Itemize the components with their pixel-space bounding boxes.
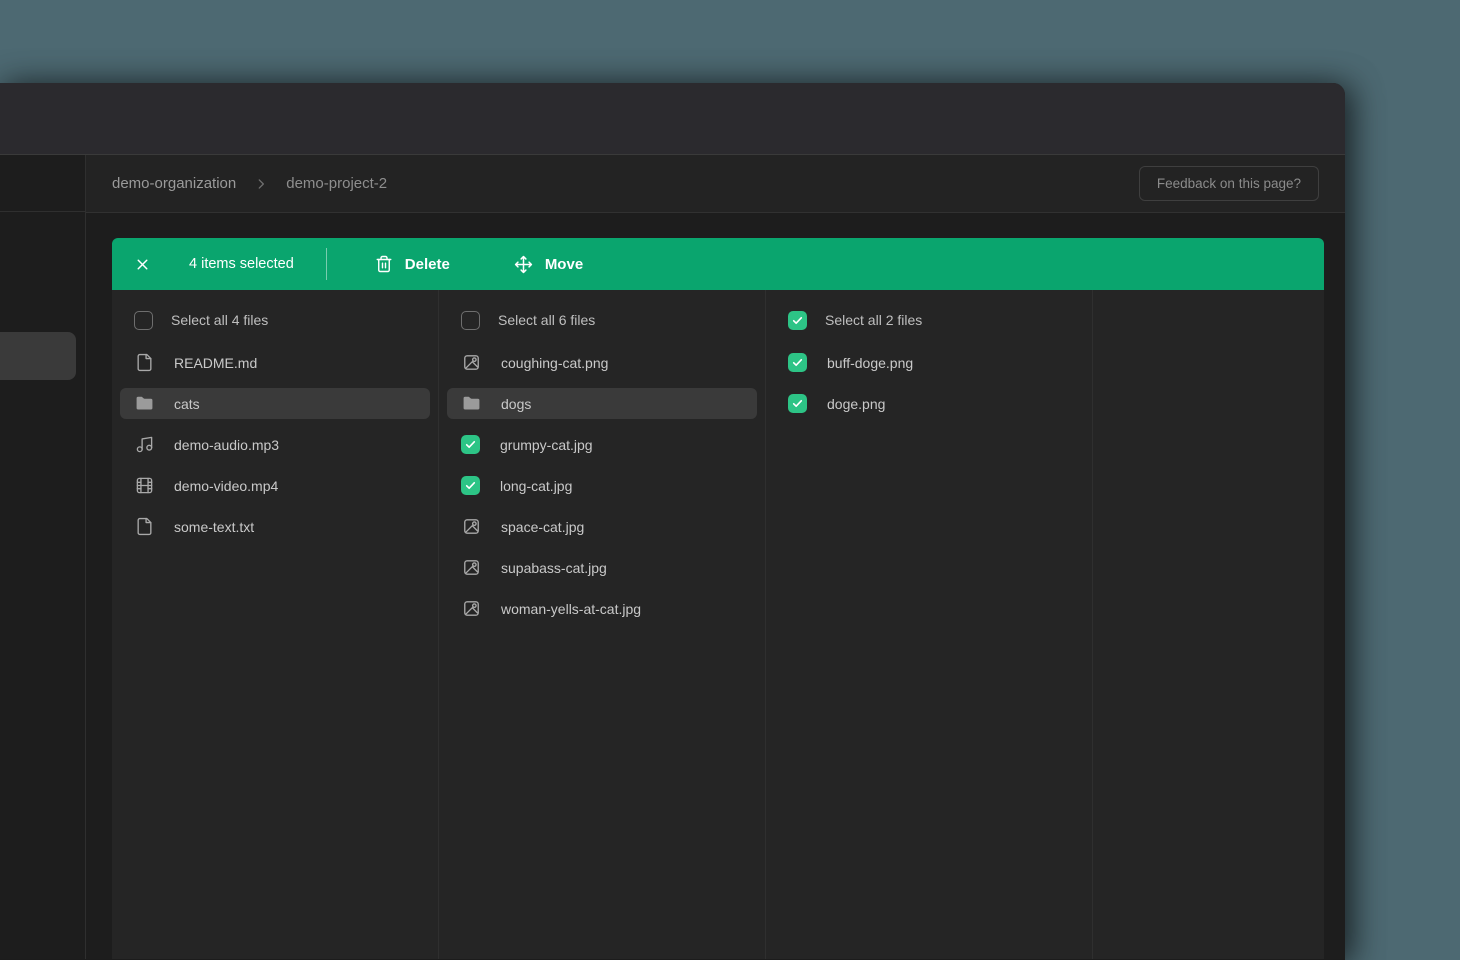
checkbox-checked-icon[interactable] [461, 435, 480, 454]
checkbox-checked-icon[interactable] [461, 476, 480, 495]
file-name: demo-audio.mp3 [174, 437, 279, 453]
feedback-button[interactable]: Feedback on this page? [1139, 166, 1319, 201]
file-name: supabass-cat.jpg [501, 560, 607, 576]
delete-button[interactable]: Delete [375, 255, 450, 273]
storage-explorer: 4 items selected Delete Move [86, 213, 1345, 959]
image-icon [461, 517, 481, 536]
file-row[interactable]: coughing-cat.png [447, 347, 757, 378]
file-name: grumpy-cat.jpg [500, 437, 593, 453]
file-row[interactable]: demo-video.mp4 [120, 470, 430, 501]
file-name: coughing-cat.png [501, 355, 608, 371]
breadcrumb-project[interactable]: demo-project-2 [286, 175, 387, 192]
file-column-2: Select all 6 files coughing-cat.png dogs gr… [439, 290, 766, 959]
checkbox-unchecked-icon[interactable] [461, 311, 480, 330]
image-icon [461, 558, 481, 577]
move-button-label: Move [545, 256, 583, 273]
sidebar-active-item[interactable] [0, 332, 76, 380]
chevron-right-icon [254, 177, 268, 191]
folder-row[interactable]: cats [120, 388, 430, 419]
file-row[interactable]: supabass-cat.jpg [447, 552, 757, 583]
checkbox-checked-icon[interactable] [788, 311, 807, 330]
file-name: woman-yells-at-cat.jpg [501, 601, 641, 617]
selection-action-bar: 4 items selected Delete Move [112, 238, 1324, 290]
select-all-label: Select all 6 files [498, 312, 595, 328]
file-name: space-cat.jpg [501, 519, 584, 535]
folder-name: cats [174, 396, 200, 412]
file-row[interactable]: README.md [120, 347, 430, 378]
move-icon [514, 255, 533, 274]
folder-name: dogs [501, 396, 531, 412]
checkbox-checked-icon[interactable] [788, 353, 807, 372]
breadcrumb-organization[interactable]: demo-organization [112, 175, 236, 192]
folder-icon [134, 394, 154, 413]
file-row[interactable]: space-cat.jpg [447, 511, 757, 542]
select-all-row[interactable]: Select all 4 files [120, 306, 430, 334]
move-button[interactable]: Move [514, 255, 583, 274]
delete-button-label: Delete [405, 256, 450, 273]
breadcrumb: demo-organization demo-project-2 [112, 175, 387, 192]
film-icon [134, 476, 154, 495]
empty-column [1093, 290, 1324, 959]
file-columns-panel: Select all 4 files README.md cats demo-audi… [112, 290, 1324, 959]
folder-icon [461, 394, 481, 413]
file-row[interactable]: some-text.txt [120, 511, 430, 542]
file-row[interactable]: doge.png [774, 388, 1084, 419]
file-row[interactable]: long-cat.jpg [447, 470, 757, 501]
file-name: buff-doge.png [827, 355, 913, 371]
checkbox-checked-icon[interactable] [788, 394, 807, 413]
trash-icon [375, 255, 393, 273]
selected-count-label: 4 items selected [189, 256, 294, 272]
action-bar-divider [326, 248, 327, 280]
file-name: long-cat.jpg [500, 478, 572, 494]
select-all-label: Select all 4 files [171, 312, 268, 328]
file-row[interactable]: buff-doge.png [774, 347, 1084, 378]
file-name: README.md [174, 355, 257, 371]
image-icon [461, 599, 481, 618]
select-all-label: Select all 2 files [825, 312, 922, 328]
select-all-row[interactable]: Select all 6 files [447, 306, 757, 334]
nav-sidebar [0, 155, 86, 959]
file-row[interactable]: grumpy-cat.jpg [447, 429, 757, 460]
checkbox-unchecked-icon[interactable] [134, 311, 153, 330]
close-selection-button[interactable] [134, 256, 151, 273]
select-all-row[interactable]: Select all 2 files [774, 306, 1084, 334]
file-column-1: Select all 4 files README.md cats demo-audi… [112, 290, 439, 959]
file-column-3: Select all 2 files buff-doge.png doge.png [766, 290, 1093, 959]
image-icon [461, 353, 481, 372]
file-icon [134, 353, 154, 372]
app-window: demo-organization demo-project-2 Feedbac… [0, 83, 1345, 960]
file-icon [134, 517, 154, 536]
window-top-bar [0, 83, 1345, 155]
folder-row[interactable]: dogs [447, 388, 757, 419]
music-icon [134, 435, 154, 454]
file-row[interactable]: demo-audio.mp3 [120, 429, 430, 460]
file-name: demo-video.mp4 [174, 478, 278, 494]
page-header: demo-organization demo-project-2 Feedbac… [86, 155, 1345, 213]
sidebar-header [0, 155, 85, 212]
file-row[interactable]: woman-yells-at-cat.jpg [447, 593, 757, 624]
file-name: some-text.txt [174, 519, 254, 535]
file-name: doge.png [827, 396, 885, 412]
